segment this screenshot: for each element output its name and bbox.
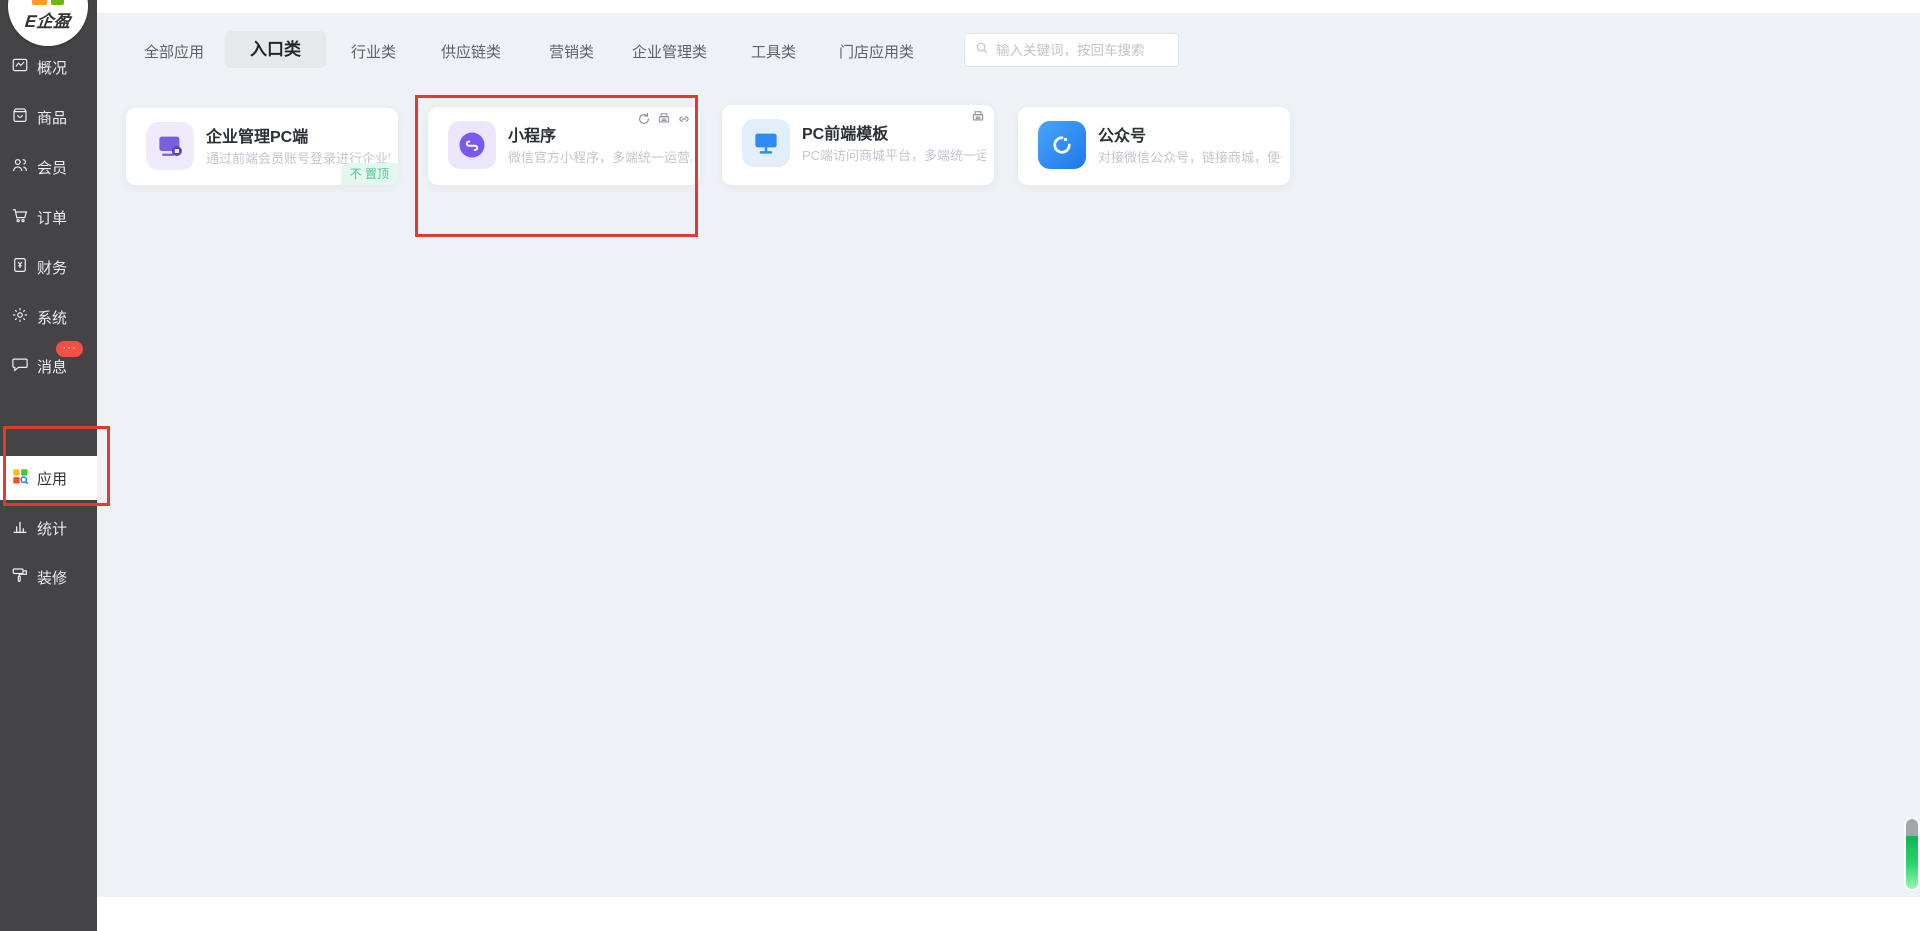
logo-green-block <box>51 0 64 5</box>
sidebar: E企盈 概况 商品 会员 订单 财务 系统 消息 <box>0 0 97 931</box>
sidebar-item-apps[interactable]: 应用 <box>11 466 67 490</box>
card-title: 小程序 <box>508 122 556 146</box>
tab-entry-active[interactable]: 入口类 <box>225 31 326 68</box>
search-icon <box>975 41 989 60</box>
overview-chart-icon <box>11 56 29 78</box>
card-title: 公众号 <box>1098 122 1146 146</box>
cart-icon <box>11 206 29 228</box>
official-account-icon <box>1038 121 1086 169</box>
link-icon[interactable] <box>677 112 691 131</box>
sidebar-item-orders[interactable]: 订单 <box>11 205 67 229</box>
device-icon[interactable] <box>971 110 985 129</box>
sidebar-item-overview[interactable]: 概况 <box>11 55 67 79</box>
gear-icon <box>11 306 29 328</box>
shop-bag-icon <box>11 106 29 128</box>
sidebar-item-members[interactable]: 会员 <box>11 155 67 179</box>
mini-program-icon <box>448 121 496 169</box>
tab-industry[interactable]: 行业类 <box>351 41 396 62</box>
sidebar-item-label: 系统 <box>37 307 67 328</box>
card-action-icons <box>971 110 985 129</box>
sidebar-item-goods[interactable]: 商品 <box>11 105 67 129</box>
card-action-icons <box>637 112 691 131</box>
sidebar-item-label: 应用 <box>37 468 67 489</box>
search-input[interactable] <box>996 43 1168 58</box>
card-title: 企业管理PC端 <box>206 123 308 147</box>
sidebar-item-stats[interactable]: 统计 <box>11 516 67 540</box>
scrollbar-green-segment <box>1906 836 1918 889</box>
tab-supply-chain[interactable]: 供应链类 <box>441 41 501 62</box>
members-icon <box>11 156 29 178</box>
paint-roller-icon <box>11 566 29 588</box>
app-card-official-account[interactable]: 公众号 对接微信公众号，链接商城，便于... <box>1018 107 1290 185</box>
card-title: PC前端模板 <box>802 120 888 144</box>
logo-orange-block <box>32 0 47 5</box>
bar-chart-icon <box>11 517 29 539</box>
sidebar-item-label: 会员 <box>37 157 67 178</box>
sidebar-item-label: 财务 <box>37 257 67 278</box>
card-desc: 微信官方小程序，多端统一运营。 <box>508 147 692 166</box>
sidebar-item-label: 商品 <box>37 107 67 128</box>
chat-bubble-icon <box>11 355 29 377</box>
tab-marketing[interactable]: 营销类 <box>549 41 594 62</box>
sync-icon[interactable] <box>637 112 651 131</box>
logo[interactable]: E企盈 <box>8 0 88 46</box>
message-count-badge: ··· <box>56 341 83 357</box>
search-box <box>964 33 1179 67</box>
card-desc: PC端访问商城平台，多端统一运... <box>802 145 986 164</box>
app-window: E企盈 概况 商品 会员 订单 财务 系统 消息 <box>0 0 1920 931</box>
sidebar-item-system[interactable]: 系统 <box>11 305 67 329</box>
tab-tools[interactable]: 工具类 <box>751 41 796 62</box>
app-card-pc-admin[interactable]: 企业管理PC端 通过前端会员账号登录进行企业管理 不 置顶 <box>126 108 398 185</box>
sidebar-item-label: 消息 <box>37 356 67 377</box>
sidebar-item-label: 订单 <box>37 207 67 228</box>
sidebar-item-label: 统计 <box>37 518 67 539</box>
tab-store-apps[interactable]: 门店应用类 <box>839 41 914 62</box>
app-card-pc-template[interactable]: PC前端模板 PC端访问商城平台，多端统一运... <box>722 105 994 185</box>
sidebar-item-label: 概况 <box>37 57 67 78</box>
sidebar-item-message[interactable]: 消息 <box>11 354 67 378</box>
device-icon[interactable] <box>657 112 671 131</box>
sidebar-item-decorate[interactable]: 装修 <box>11 565 67 589</box>
logo-text: E企盈 <box>8 7 88 32</box>
bottom-white-strip <box>97 897 1920 931</box>
sidebar-item-label: 装修 <box>37 567 67 588</box>
tab-enterprise-mgmt[interactable]: 企业管理类 <box>632 41 707 62</box>
pin-status-badge: 不 置顶 <box>341 163 398 185</box>
pc-admin-icon <box>146 122 194 170</box>
vertical-scrollbar-thumb[interactable] <box>1906 819 1918 889</box>
scrollbar-gray-segment <box>1906 819 1918 836</box>
sidebar-active-highlight: 应用 <box>0 456 97 500</box>
card-desc: 对接微信公众号，链接商城，便于... <box>1098 147 1282 166</box>
finance-yuan-icon <box>11 256 29 278</box>
sidebar-item-finance[interactable]: 财务 <box>11 255 67 279</box>
tab-all-apps[interactable]: 全部应用 <box>144 41 204 62</box>
top-white-strip <box>97 0 1920 13</box>
apps-grid-icon <box>11 467 29 489</box>
app-card-mini-program[interactable]: 小程序 微信官方小程序，多端统一运营。 <box>428 107 700 185</box>
pc-template-icon <box>742 119 790 167</box>
